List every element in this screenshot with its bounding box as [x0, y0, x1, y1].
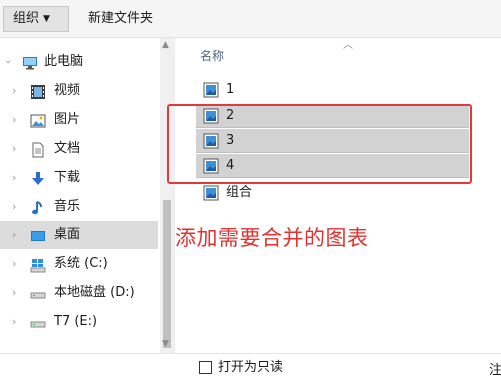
- image-file-icon: [203, 108, 219, 124]
- image-file-icon: [203, 158, 219, 174]
- file-row-4[interactable]: 4: [196, 154, 469, 178]
- sort-ascending-icon: ︿: [343, 40, 353, 51]
- file-row-1[interactable]: 1: [196, 78, 469, 102]
- toolbar: 组织 ▼ 新建文件夹: [0, 0, 501, 38]
- drive-icon: [30, 314, 46, 330]
- file-name: 3: [226, 133, 235, 148]
- chevron-expanded-icon[interactable]: ›: [0, 60, 22, 64]
- nav-item-videos[interactable]: › 视频: [0, 77, 158, 105]
- column-header-name[interactable]: 名称: [200, 47, 224, 64]
- picture-icon: [30, 112, 46, 128]
- chevron-right-icon[interactable]: ›: [12, 106, 16, 134]
- pane-divider[interactable]: [174, 38, 175, 353]
- file-row-5[interactable]: 组合: [196, 181, 469, 205]
- desktop-icon: [30, 227, 46, 243]
- file-name: 2: [226, 108, 235, 123]
- chevron-right-icon[interactable]: ›: [12, 250, 16, 278]
- nav-item-drive-c[interactable]: › 系统 (C:): [0, 250, 158, 278]
- document-icon: [30, 141, 46, 158]
- file-name: 4: [226, 158, 235, 173]
- chevron-right-icon[interactable]: ›: [12, 279, 16, 307]
- file-row-2[interactable]: 2: [196, 104, 469, 128]
- windows-drive-icon: [30, 256, 46, 273]
- nav-item-label: 文档: [54, 141, 81, 156]
- chevron-right-icon[interactable]: ›: [12, 164, 16, 192]
- nav-item-label: T7 (E:): [54, 314, 98, 329]
- image-file-icon: [203, 185, 219, 201]
- nav-item-documents[interactable]: › 文档: [0, 135, 158, 163]
- organize-label: 组织: [13, 11, 40, 26]
- nav-item-this-pc[interactable]: › 此电脑: [0, 48, 158, 76]
- nav-item-label: 本地磁盘 (D:): [54, 285, 135, 300]
- new-folder-button[interactable]: 新建文件夹: [80, 6, 161, 32]
- scrollbar-thumb[interactable]: [163, 200, 171, 348]
- file-row-3[interactable]: 3: [196, 129, 469, 153]
- image-file-icon: [203, 133, 219, 149]
- file-name: 组合: [226, 185, 253, 200]
- computer-icon: [22, 54, 38, 70]
- chevron-right-icon[interactable]: ›: [12, 221, 16, 249]
- music-note-icon: [30, 199, 46, 215]
- nav-item-downloads[interactable]: › 下载: [0, 164, 158, 192]
- scroll-down-arrow-icon[interactable]: ▼: [162, 339, 169, 349]
- nav-item-label: 图片: [54, 112, 81, 127]
- nav-item-pictures[interactable]: › 图片: [0, 106, 158, 134]
- nav-item-label: 桌面: [54, 227, 81, 242]
- chevron-right-icon[interactable]: ›: [12, 193, 16, 221]
- nav-item-drive-d[interactable]: › 本地磁盘 (D:): [0, 279, 158, 307]
- chevron-right-icon[interactable]: ›: [12, 77, 16, 105]
- annotation-text: 添加需要合并的图表: [175, 226, 369, 250]
- chevron-right-icon[interactable]: ›: [12, 308, 16, 336]
- footer-divider: [0, 353, 501, 354]
- nav-item-label: 下载: [54, 170, 81, 185]
- drive-icon: [30, 285, 46, 301]
- scroll-up-arrow-icon[interactable]: ▲: [162, 40, 169, 50]
- file-name: 1: [226, 82, 235, 97]
- checkbox-icon[interactable]: [199, 361, 212, 374]
- truncated-label: 注: [489, 363, 501, 378]
- nav-item-label: 音乐: [54, 199, 81, 214]
- nav-scrollbar[interactable]: ▲ ▼: [160, 38, 174, 353]
- nav-item-label: 系统 (C:): [54, 256, 108, 271]
- nav-item-label: 视频: [54, 83, 81, 98]
- nav-item-desktop[interactable]: › 桌面: [0, 221, 158, 249]
- chevron-right-icon[interactable]: ›: [12, 135, 16, 163]
- navigation-pane: › 此电脑 › 视频 › 图片 › 文档 › 下载 › 音乐 › 桌面 › 系统…: [0, 38, 160, 353]
- organize-button[interactable]: 组织 ▼: [3, 6, 69, 32]
- nav-item-music[interactable]: › 音乐: [0, 193, 158, 221]
- dropdown-arrow-icon: ▼: [43, 14, 50, 24]
- checkbox-label: 打开为只读: [218, 360, 284, 375]
- image-file-icon: [203, 82, 219, 98]
- nav-item-drive-e[interactable]: › T7 (E:): [0, 308, 158, 336]
- nav-item-label: 此电脑: [44, 54, 84, 69]
- download-arrow-icon: [30, 170, 46, 186]
- video-icon: [30, 83, 46, 99]
